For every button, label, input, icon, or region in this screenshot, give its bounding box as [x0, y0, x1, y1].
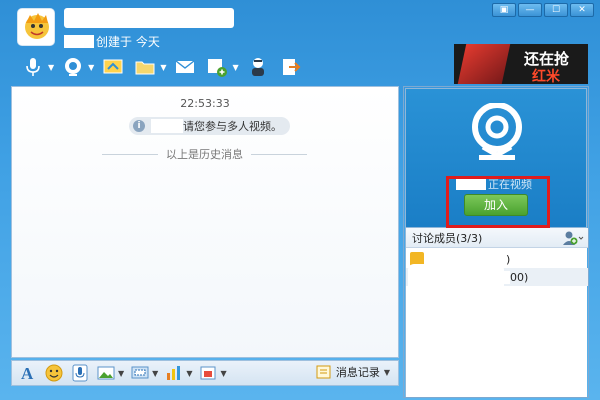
- add-user-icon: [563, 231, 584, 245]
- member-count: 讨论成员(3/3): [412, 231, 483, 245]
- file-transfer-icon: [135, 61, 155, 75]
- member-id: ): [506, 252, 511, 266]
- email-icon: [176, 60, 195, 73]
- video-invite-notice: i 请您参与多人视频。: [129, 117, 290, 135]
- info-icon: i: [133, 120, 145, 132]
- bar-chart-icon: [167, 366, 181, 380]
- chevron-down-icon[interactable]: ▼: [232, 63, 238, 72]
- creator-redacted: [64, 35, 94, 48]
- close-button[interactable]: ✕: [570, 3, 594, 17]
- camera-icon: [471, 102, 523, 166]
- member-id: 00): [510, 270, 529, 284]
- ad-line2: 红米: [532, 69, 560, 84]
- chevron-down-icon[interactable]: ▼: [220, 369, 226, 378]
- remote-assist-icon: [251, 58, 264, 76]
- chevron-down-icon[interactable]: ▼: [118, 369, 124, 378]
- group-title-redacted: [64, 8, 234, 28]
- inviter-redacted: [151, 119, 183, 133]
- chart-button[interactable]: [164, 363, 184, 383]
- screen-share-icon: [103, 59, 123, 74]
- history-divider-text: 以上是历史消息: [166, 148, 243, 161]
- top-toolbar: ▼ ▼ ▼ ▼: [20, 54, 303, 80]
- created-text: 创建于 今天: [96, 35, 160, 49]
- chat-window: ▣ — ☐ ✕ 创建于 今天 ▼ ▼ ▼ ▼ 还在抢 红米 22:53:33 i…: [0, 0, 600, 400]
- gift-button[interactable]: [198, 363, 218, 383]
- font-icon: A: [21, 364, 34, 382]
- svg-text:A: A: [21, 364, 34, 382]
- history-icon: [316, 365, 331, 379]
- exit-tool[interactable]: [277, 54, 303, 80]
- screen-share-tool[interactable]: [100, 54, 126, 80]
- chevron-down-icon[interactable]: ▼: [384, 368, 390, 377]
- add-member-button[interactable]: [562, 230, 584, 249]
- webcam-icon: [65, 58, 82, 76]
- exit-icon: [282, 59, 301, 75]
- email-tool[interactable]: [172, 54, 198, 80]
- gift-icon: [200, 366, 216, 380]
- invite-text: 请您参与多人视频。: [183, 120, 282, 133]
- mic-icon: [26, 58, 40, 76]
- window-controls: ▣ — ☐ ✕: [492, 3, 594, 17]
- message-history-button[interactable]: 消息记录 ▼: [316, 364, 390, 380]
- minimize-button[interactable]: —: [518, 3, 542, 17]
- app-tool[interactable]: ▼: [204, 54, 239, 80]
- remote-assist-tool[interactable]: [245, 54, 271, 80]
- app-icon: [208, 59, 228, 77]
- member-list-header: 讨论成员(3/3): [406, 228, 588, 248]
- divider-line: [251, 153, 307, 155]
- chevron-down-icon[interactable]: ▼: [186, 369, 192, 378]
- skin-button[interactable]: ▣: [492, 3, 516, 17]
- message-timestamp: 22:53:33: [180, 97, 230, 110]
- voice-tool[interactable]: ▼: [20, 54, 54, 80]
- divider-line: [102, 153, 158, 155]
- smiley-icon: [45, 364, 63, 382]
- ad-banner[interactable]: 还在抢 红米: [454, 44, 588, 84]
- group-avatar[interactable]: [17, 8, 55, 46]
- video-tool[interactable]: ▼: [60, 54, 94, 80]
- maximize-button[interactable]: ☐: [544, 3, 568, 17]
- screenshot-button[interactable]: [130, 363, 150, 383]
- history-label: 消息记录: [335, 366, 380, 379]
- message-area[interactable]: 22:53:33 i 请您参与多人视频。 以上是历史消息: [11, 86, 399, 358]
- mic-icon: [72, 364, 88, 382]
- chevron-down-icon[interactable]: ▼: [88, 63, 94, 72]
- file-tool[interactable]: ▼: [132, 54, 166, 80]
- join-video-button[interactable]: 加入: [464, 194, 528, 216]
- emoji-button[interactable]: [44, 363, 64, 383]
- chevron-down-icon[interactable]: ▼: [48, 63, 54, 72]
- phone-image-icon: [457, 44, 511, 84]
- image-button[interactable]: [96, 363, 116, 383]
- member-redacted-area: [408, 264, 504, 322]
- font-button[interactable]: A: [18, 363, 38, 383]
- created-info: 创建于 今天: [64, 33, 160, 50]
- history-divider: 以上是历史消息: [102, 146, 307, 162]
- input-toolbar: A ▼ ▼ ▼ ▼ 消息记录 ▼: [11, 360, 399, 386]
- chevron-down-icon[interactable]: ▼: [152, 369, 158, 378]
- screenshot-icon: [131, 366, 149, 379]
- voice-message-button[interactable]: [70, 363, 90, 383]
- avatar-image-icon: [18, 9, 54, 45]
- chevron-down-icon[interactable]: ▼: [160, 63, 166, 72]
- image-icon: [97, 366, 115, 380]
